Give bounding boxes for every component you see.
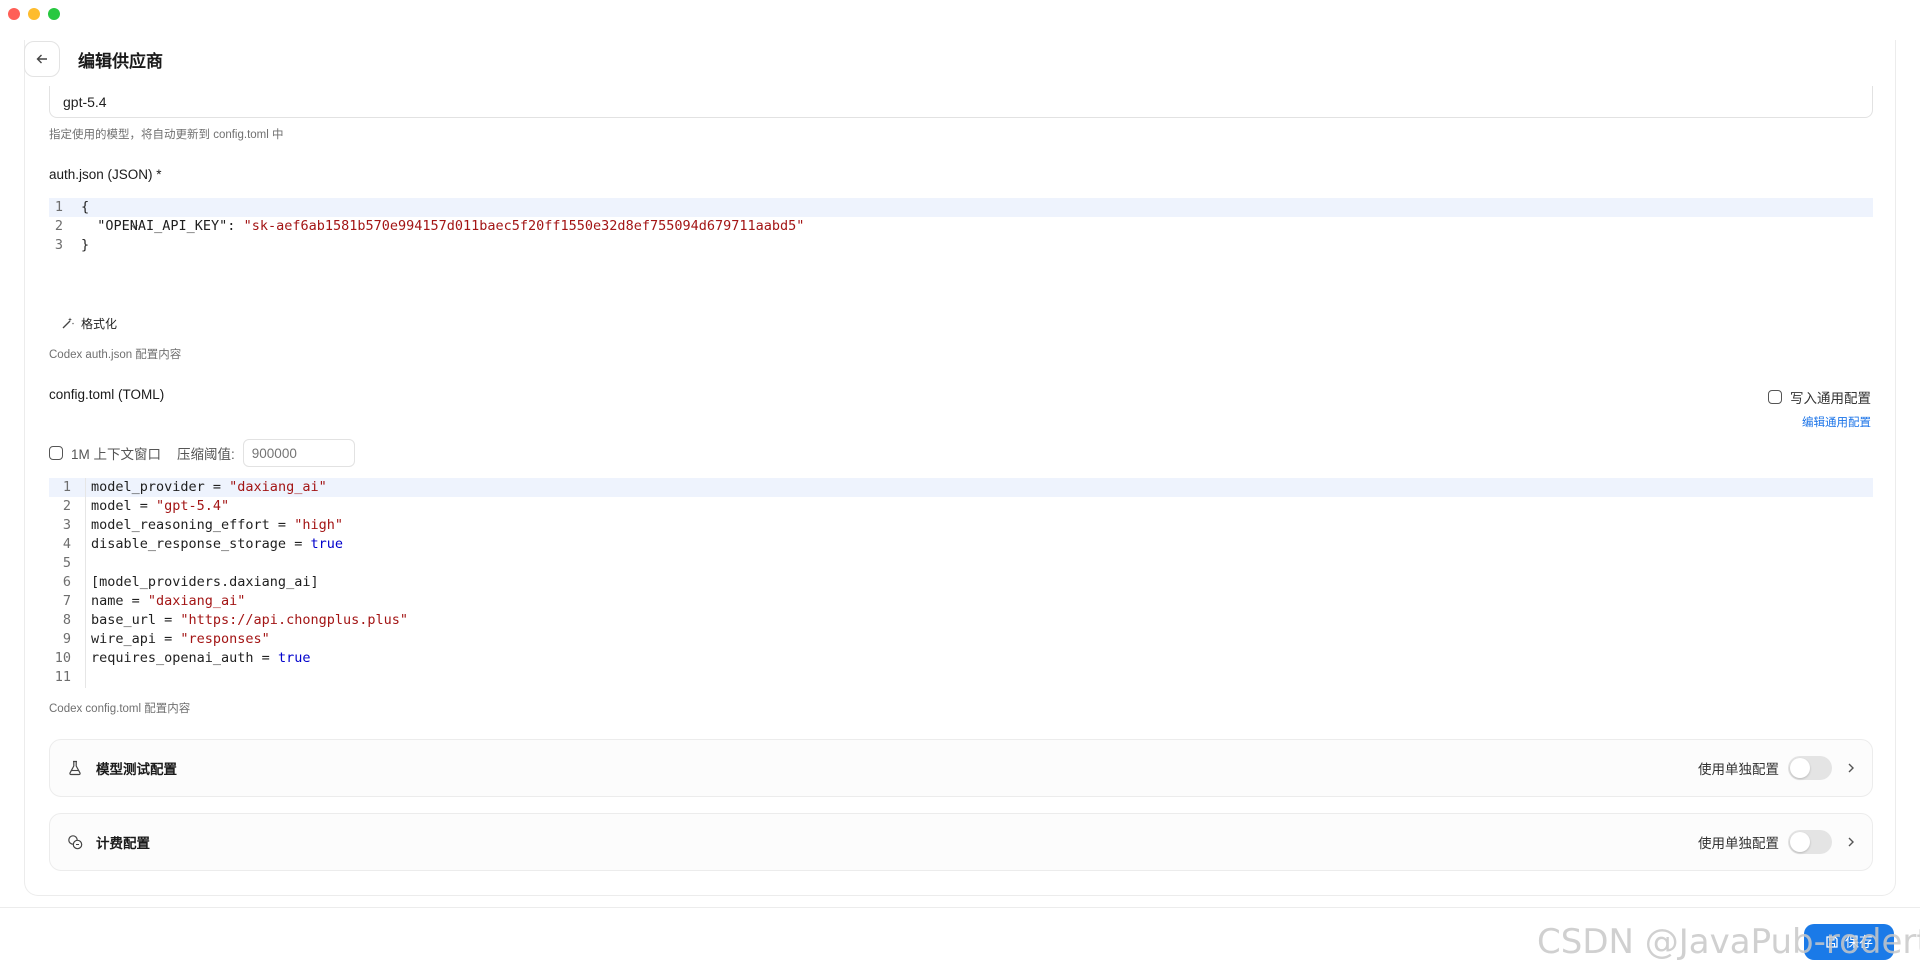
watermark: CSDN @JavaPub-rodert [1537, 922, 1920, 962]
line-number: 1 [62, 479, 71, 495]
arrow-left-icon [36, 54, 47, 64]
code-token-string: "https://api.chongplus.plus" [180, 612, 408, 628]
code-token-key: model_reasoning_effort = [91, 517, 295, 533]
code-line: [model_providers.daxiang_ai] [91, 573, 319, 592]
code-token-boolean: true [310, 536, 343, 552]
section-toggle-group: 使用单独配置 [1698, 830, 1856, 854]
code-token-key: name = [91, 593, 148, 609]
use-separate-config-toggle[interactable] [1788, 756, 1832, 780]
code-token-key: wire_api = [91, 631, 181, 647]
footer-divider [0, 907, 1920, 908]
flask-icon [66, 759, 84, 777]
code-line: disable_response_storage = true [91, 535, 343, 554]
format-button-label: 格式化 [81, 316, 118, 331]
write-common-config-checkbox[interactable]: 写入通用配置 [1768, 387, 1871, 407]
code-token-key: "OPENAI_API_KEY": [81, 218, 244, 234]
provider-form-scroll[interactable]: gpt-5.4 指定使用的模型，将自动更新到 config.toml 中 aut… [25, 40, 1895, 895]
code-token-key: [model_providers.daxiang_ai] [91, 574, 319, 590]
line-number: 6 [62, 574, 71, 590]
line-number: 4 [62, 536, 71, 552]
toggle-label: 使用单独配置 [1698, 762, 1779, 777]
model-input[interactable]: gpt-5.4 [49, 86, 1873, 118]
code-line: "OPENAI_API_KEY": "sk-aef6ab1581b570e994… [81, 217, 804, 236]
model-hint: 指定使用的模型，将自动更新到 config.toml 中 [49, 129, 284, 141]
code-token-string: "gpt-5.4" [156, 498, 230, 514]
section-toggle-group: 使用单独配置 [1698, 756, 1856, 780]
line-number: 1 [54, 199, 63, 215]
magic-wand-icon [62, 317, 75, 329]
toggle-knob [1790, 832, 1810, 852]
minimize-window-button[interactable] [28, 8, 40, 20]
auth-json-label: auth.json (JSON) * [49, 167, 162, 182]
context-window-checkbox[interactable] [49, 446, 63, 460]
line-number: 8 [62, 612, 71, 628]
back-button[interactable] [24, 41, 60, 77]
code-line: wire_api = "responses" [91, 630, 270, 649]
code-line: model = "gpt-5.4" [91, 497, 229, 516]
code-line: name = "daxiang_ai" [91, 592, 245, 611]
use-separate-config-toggle[interactable] [1788, 830, 1832, 854]
config-toml-label: config.toml (TOML) [49, 387, 165, 402]
code-token-string: "high" [294, 517, 343, 533]
compress-threshold-input[interactable] [242, 439, 355, 467]
config-toml-editor[interactable]: 1 model_provider = "daxiang_ai" 2 model = "… [49, 478, 1873, 688]
section-title: 计费配置 [96, 836, 150, 851]
auth-json-hint: Codex auth.json 配置内容 [49, 349, 182, 361]
line-number: 2 [62, 498, 71, 514]
chevron-right-icon[interactable] [1846, 761, 1856, 775]
code-line: model_provider = "daxiang_ai" [91, 478, 327, 497]
window-titlebar [0, 0, 1920, 28]
context-window-row: 1M 上下文窗口 压缩阈值: [49, 438, 355, 468]
line-number: 10 [54, 650, 71, 666]
code-line: model_reasoning_effort = "high" [91, 516, 343, 535]
line-number: 9 [62, 631, 71, 647]
code-line: } [81, 237, 90, 253]
edit-common-config-link[interactable]: 编辑通用配置 [1802, 414, 1871, 430]
code-token-key: disable_response_storage = [91, 536, 311, 552]
page-title: 编辑供应商 [78, 51, 163, 71]
code-token-string: "responses" [180, 631, 270, 647]
code-token-key: base_url = [91, 612, 181, 628]
write-common-config-label: 写入通用配置 [1790, 391, 1871, 406]
code-token-key: model_provider = [91, 479, 230, 495]
model-input-value: gpt-5.4 [63, 94, 107, 110]
context-window-label: 1M 上下文窗口 [71, 447, 162, 462]
chevron-right-icon[interactable] [1846, 835, 1856, 849]
line-number: 7 [62, 593, 71, 609]
toggle-label: 使用单独配置 [1698, 836, 1779, 851]
format-button[interactable]: 格式化 [61, 312, 117, 334]
code-token-string: "daxiang_ai" [229, 479, 327, 495]
line-number: 3 [54, 237, 63, 253]
code-token-boolean: true [277, 650, 311, 666]
coins-icon [66, 833, 84, 851]
model-test-config-section[interactable]: 模型测试配置 使用单独配置 [49, 739, 1873, 797]
line-number: 5 [62, 555, 71, 571]
toggle-knob [1790, 758, 1810, 778]
page-header: 编辑供应商 [24, 40, 163, 78]
auth-json-editor[interactable]: 1 { 2 "OPENAI_API_KEY": "sk-aef6ab1581b5… [49, 198, 1873, 258]
billing-config-section[interactable]: 计费配置 使用单独配置 [49, 813, 1873, 871]
write-common-config-box[interactable] [1768, 390, 1782, 404]
line-number: 3 [62, 517, 71, 533]
close-window-button[interactable] [8, 8, 20, 20]
provider-form-card: gpt-5.4 指定使用的模型，将自动更新到 config.toml 中 aut… [24, 40, 1896, 896]
code-token-string: "daxiang_ai" [147, 593, 246, 609]
code-token-key: requires_openai_auth = [91, 650, 278, 666]
fold-chevron-icon[interactable] [65, 198, 139, 229]
config-toml-hint: Codex config.toml 配置内容 [49, 703, 191, 715]
zoom-window-button[interactable] [48, 8, 60, 20]
code-token-string: "sk-aef6ab1581b570e994157d011baec5f20ff1… [243, 218, 805, 234]
compress-threshold-label: 压缩阈值: [177, 447, 235, 462]
section-title: 模型测试配置 [96, 762, 177, 777]
code-line: { [81, 199, 90, 215]
code-token-key: model = [91, 498, 157, 514]
code-line: requires_openai_auth = true [91, 649, 310, 668]
line-number: 11 [54, 669, 71, 685]
code-line: base_url = "https://api.chongplus.plus" [91, 611, 408, 630]
line-number: 2 [54, 218, 63, 234]
